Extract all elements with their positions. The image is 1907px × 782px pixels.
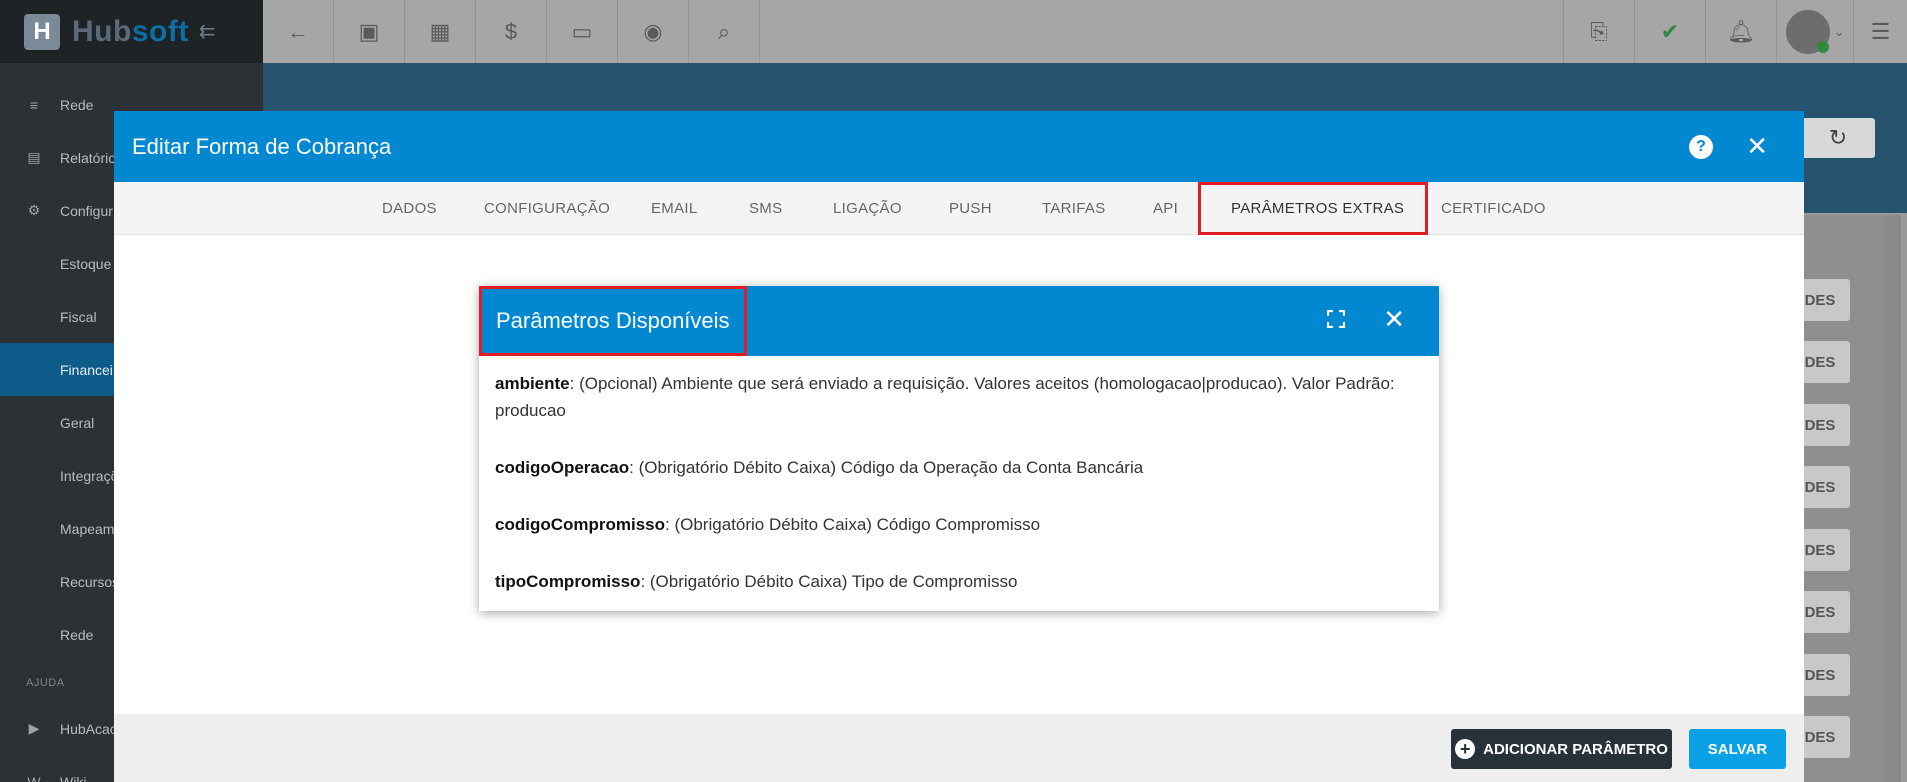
sidebar-item-label: Relatório [60,149,117,166]
terminal-icon[interactable]: ▭ [547,0,618,63]
brand-name-part-a: Hub [72,14,132,48]
parameter-name: codigoCompromisso [495,515,666,534]
parameter-description: : (Obrigatório Débito Caixa) Tipo de Com… [640,572,1018,591]
server-icon: ≡ [29,96,39,113]
bell-icon[interactable]: 🔔︎ [1705,0,1776,63]
scrollbar[interactable] [1883,215,1901,782]
tab-ligacao[interactable]: LIGAÇÃO [833,182,902,235]
fullscreen-icon[interactable] [1327,310,1345,328]
sidebar-item-label: Mapeam [60,520,115,537]
sidebar-item-label: Rede [60,96,94,113]
refresh-button[interactable]: ↻ [1801,118,1875,158]
parameter-item: codigoCompromisso: (Obrigatório Débito C… [495,511,1423,538]
close-icon[interactable]: ✕ [1746,131,1768,161]
tab-api[interactable]: API [1153,182,1178,235]
search-icon[interactable]: ⌕ [689,0,760,63]
hubsoft-logo-icon: H [24,13,60,50]
modal-title: Editar Forma de Cobrança [132,133,392,159]
sidebar-item-label: Rede [60,626,94,643]
tab-dados[interactable]: DADOS [382,182,437,235]
top-bar: H Hubsoft ⇇ ← ▣ ▦ $ ▭ ◉ ⌕ ⎘ ✔ 🔔︎ ⌄ ☰ [0,0,1907,63]
sidebar-item-label: Financei [60,361,113,378]
tab-push[interactable]: PUSH [949,182,992,235]
user-menu[interactable]: ⌄ [1776,0,1853,63]
pdf-icon[interactable]: ⎘ [1563,0,1634,63]
back-arrow-icon[interactable]: ← [263,0,334,63]
modal-footer: + ADICIONAR PARÂMETRO SALVAR [114,714,1804,782]
avatar[interactable] [1785,9,1830,54]
tab-configuracao[interactable]: CONFIGURAÇÃO [484,182,610,235]
plus-icon: + [1455,739,1476,759]
parameter-name: codigoOperacao [495,458,630,477]
tab-highlight-box [1198,182,1428,235]
tab-sms[interactable]: SMS [749,182,782,235]
available-parameters-dialog: Parâmetros Disponíveis ✕ ambiente: (Opci… [479,286,1439,611]
parameter-name: tipoCompromisso [495,572,641,591]
add-parameter-label: ADICIONAR PARÂMETRO [1483,740,1668,758]
sidebar-item-label: Recursos [60,573,120,590]
calendar-clock-icon[interactable]: ▦ [405,0,476,63]
close-icon[interactable]: ✕ [1383,304,1405,334]
sidebar-item-label: Fiscal [60,308,97,325]
video-icon: ▶ [28,720,40,736]
parameter-name: ambiente [495,374,570,393]
sidebar-section-ajuda: AJUDA [26,677,65,689]
refresh-icon: ↻ [1828,125,1848,150]
sidebar-item-label: Integraçõ [60,467,119,484]
tab-tarifas[interactable]: TARIFAS [1042,182,1106,235]
add-parameter-button[interactable]: + ADICIONAR PARÂMETRO [1451,729,1672,769]
parameter-item: tipoCompromisso: (Obrigatório Débito Cai… [495,568,1423,595]
parameter-description: : (Obrigatório Débito Caixa) Código Comp… [665,515,1041,534]
collapse-sidebar-icon[interactable]: ⇇ [199,19,216,44]
parameter-item: ambiente: (Opcional) Ambiente que será e… [495,370,1423,424]
brand-name: Hubsoft [72,15,189,49]
sidebar-item-label: Geral [60,414,95,431]
save-button[interactable]: SALVAR [1689,729,1786,769]
chevron-down-icon: ⌄ [1833,24,1845,39]
parameter-description: : (Obrigatório Débito Caixa) Código da O… [629,458,1144,477]
sidebar-item-label: Configur [60,202,113,219]
menu-icon[interactable]: ☰ [1853,0,1907,63]
tab-email[interactable]: EMAIL [651,182,698,235]
contact-card-icon[interactable]: ▣ [334,0,405,63]
dialog-body: ambiente: (Opcional) Ambiente que será e… [479,356,1439,595]
tab-certificado[interactable]: CERTIFICADO [1441,182,1546,235]
dollar-icon[interactable]: $ [476,0,547,63]
title-highlight-box [479,286,747,356]
dialog-header: Parâmetros Disponíveis ✕ [479,286,1439,356]
tab-bar: DADOS CONFIGURAÇÃO EMAIL SMS LIGAÇÃO PUS… [114,182,1804,235]
parameter-description: : (Opcional) Ambiente que será enviado a… [495,374,1395,420]
sidebar-item-label: Wiki [60,773,87,782]
help-icon[interactable]: ? [1689,135,1713,159]
gear-icon: ⚙ [27,202,41,218]
check-chat-icon[interactable]: ✔ [1634,0,1705,63]
brand-name-part-b: soft [131,14,189,48]
brand: H Hubsoft ⇇ [0,0,263,63]
eye-icon[interactable]: ◉ [618,0,689,63]
modal-header: Editar Forma de Cobrança ? ✕ [114,111,1804,182]
sidebar-item-label: HubAcac [60,720,117,737]
sidebar-item-label: Estoque [60,255,112,272]
report-icon: ▤ [27,149,41,165]
parameter-item: codigoOperacao: (Obrigatório Débito Caix… [495,454,1423,481]
wiki-icon: W [27,773,41,782]
